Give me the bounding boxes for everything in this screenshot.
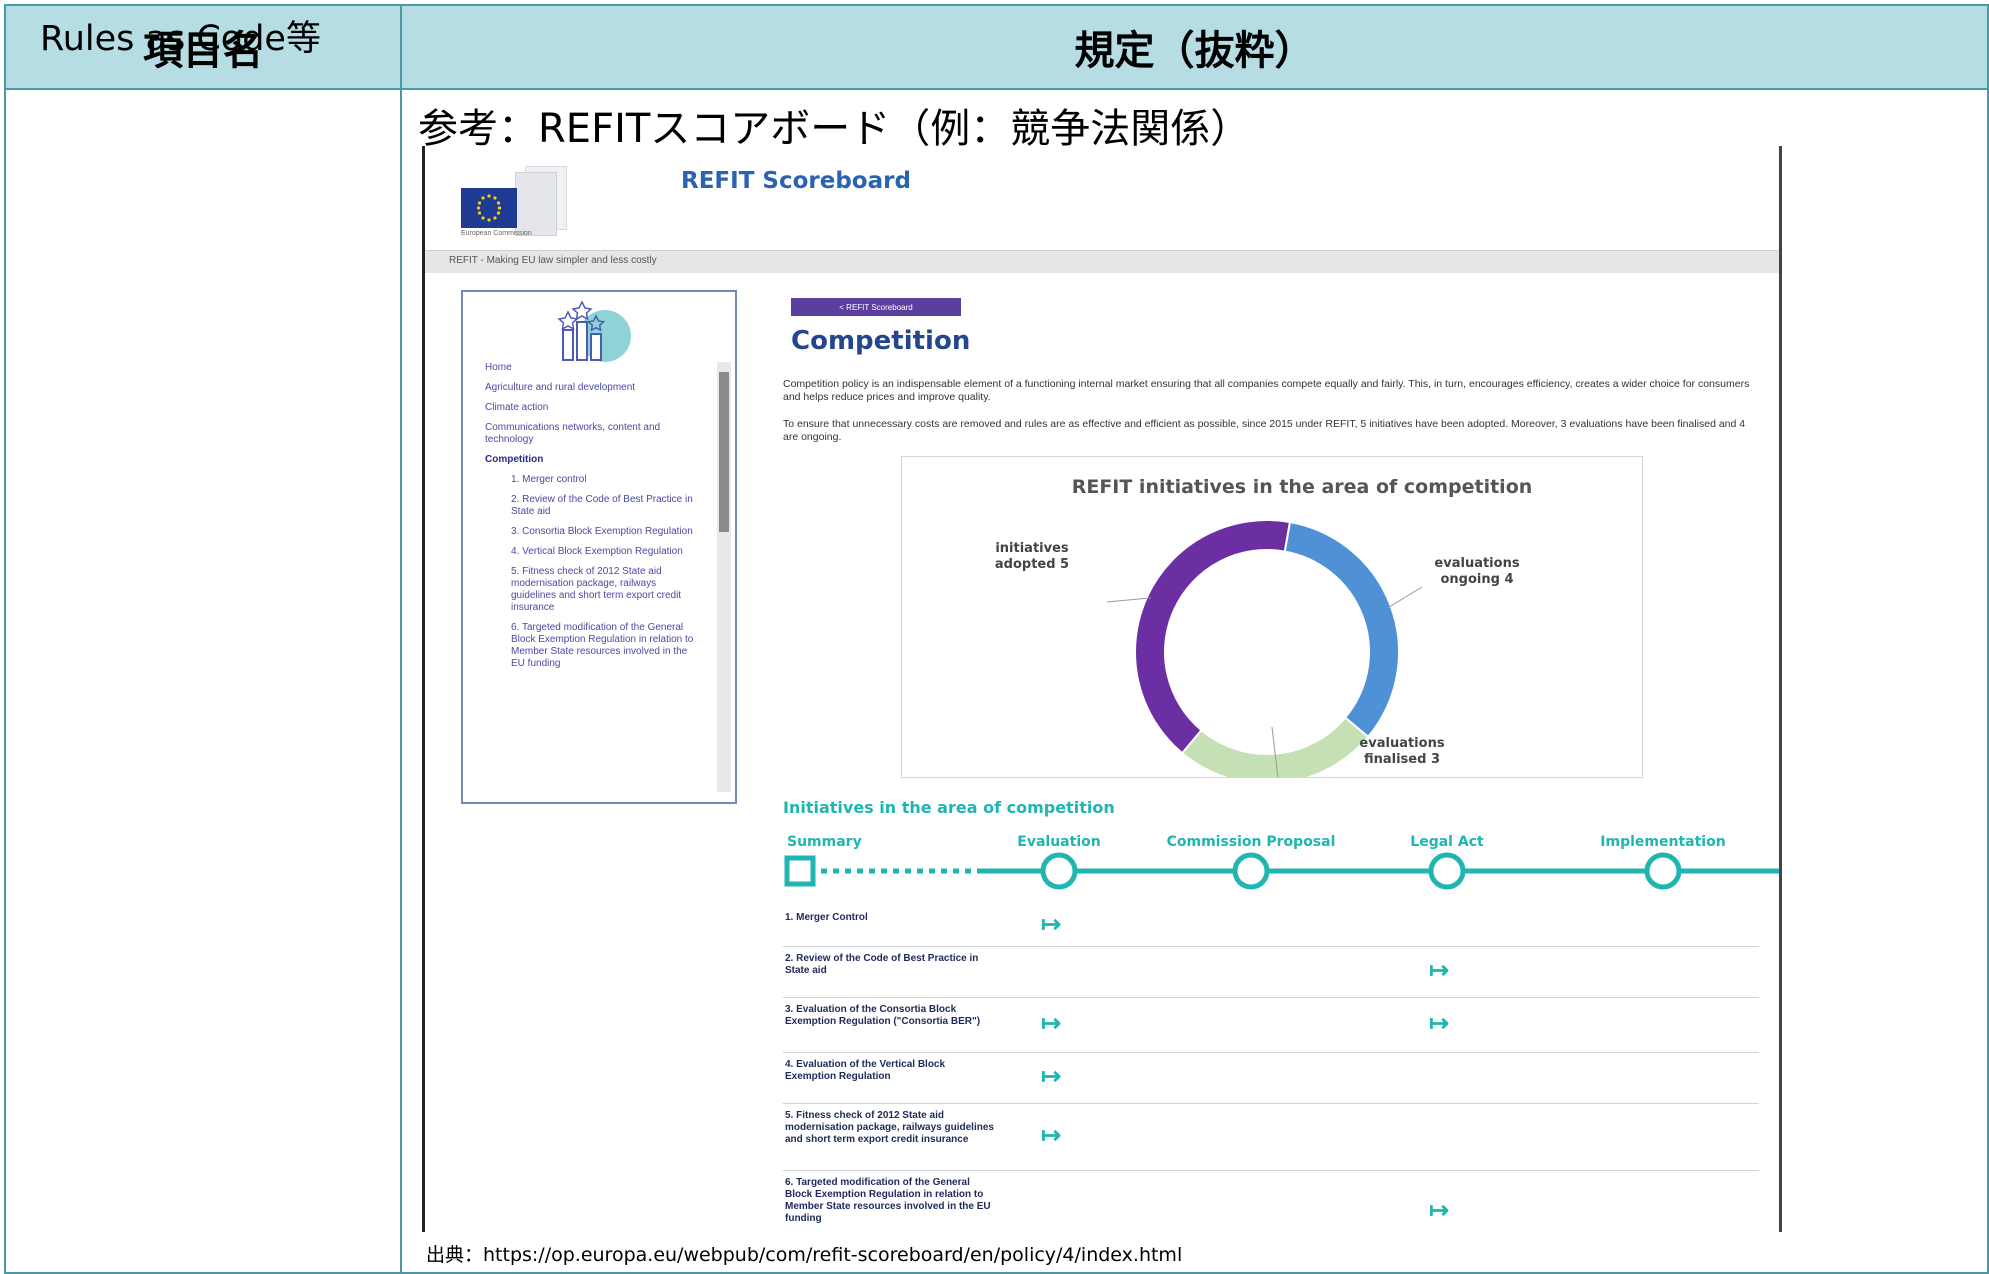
intro-paragraph: Competition policy is an indispensable e… [783, 378, 1750, 403]
item-name-cell [4, 88, 402, 1274]
breadcrumb-bar: REFIT - Making EU law simpler and less c… [425, 250, 1779, 273]
stage-arrow-icon: ↦ [1429, 957, 1450, 984]
item-name: Rules as Code等 [40, 19, 321, 59]
initiative-label[interactable]: 5. Fitness check of 2012 State aid moder… [785, 1110, 995, 1146]
label-leader-line [1387, 586, 1423, 609]
sidebar-subitem[interactable]: 3. Consortia Block Exemption Regulation [485, 526, 695, 538]
initiative-label[interactable]: 2. Review of the Code of Best Practice i… [785, 953, 995, 977]
sidebar-subitem[interactable]: 1. Merger control [485, 474, 695, 486]
scrollbar-thumb[interactable] [719, 372, 729, 532]
stage-label-commission-proposal: Commission Proposal [1167, 834, 1336, 850]
stage-label-evaluation: Evaluation [1017, 834, 1100, 850]
sidebar-item-agriculture[interactable]: Agriculture and rural development [485, 382, 695, 394]
initiative-label[interactable]: 4. Evaluation of the Vertical Block Exem… [785, 1059, 995, 1083]
stage-node-commission-proposal[interactable] [1232, 852, 1270, 890]
sidebar-list: Home Agriculture and rural development C… [485, 362, 695, 678]
sidebar-subitem[interactable]: 6. Targeted modification of the General … [485, 622, 695, 670]
stage-arrow-icon: ↦ [1429, 1197, 1450, 1224]
stage-node-implementation[interactable] [1644, 852, 1682, 890]
stage-timeline: Summary Evaluation Commission Proposal L… [783, 828, 1779, 898]
site-title[interactable]: REFIT Scoreboard [681, 168, 911, 194]
stage-arrow-icon: ↦ [1041, 911, 1062, 938]
sidebar-item-home[interactable]: Home [485, 362, 695, 374]
scoreboard-hero-icon [543, 300, 643, 364]
stage-arrow-icon: ↦ [1041, 1010, 1062, 1037]
donut-slice-initiatives-adopted[interactable] [1134, 519, 1292, 755]
initiative-label[interactable]: 3. Evaluation of the Consortia Block Exe… [785, 1004, 995, 1028]
donut-chart: REFIT initiatives in the area of competi… [901, 456, 1643, 778]
stage-node-evaluation[interactable] [1040, 852, 1078, 890]
sidebar-item-communications[interactable]: Communications networks, content and tec… [485, 422, 695, 446]
eu-flag-icon [461, 188, 517, 228]
donut-data-label: evaluations finalised 3 [1359, 736, 1444, 767]
back-to-scoreboard-button[interactable]: < REFIT Scoreboard [791, 298, 961, 316]
initiative-row[interactable]: 6. Targeted modification of the General … [783, 1175, 1759, 1232]
refit-screenshot: European Commission REFIT Scoreboard REF… [422, 146, 1782, 1232]
donut-slice-evaluations-ongoing[interactable] [1283, 520, 1400, 739]
logo-caption: European Commission [461, 230, 532, 237]
initiative-label[interactable]: 6. Targeted modification of the General … [785, 1177, 995, 1225]
donut-chart-svg: REFIT initiatives in the area of competi… [995, 476, 1533, 777]
header-provisions: 規定（抜粋） [400, 4, 1989, 90]
stage-label-summary: Summary [787, 834, 862, 850]
page-title: Competition [791, 326, 971, 356]
initiative-row[interactable]: 2. Review of the Code of Best Practice i… [783, 951, 1759, 998]
stage-node-legal-act[interactable] [1428, 852, 1466, 890]
sidebar-subitem[interactable]: 5. Fitness check of 2012 State aid moder… [485, 566, 695, 614]
breadcrumb[interactable]: REFIT - Making EU law simpler and less c… [449, 255, 657, 266]
sidebar-subitem[interactable]: 2. Review of the Code of Best Practice i… [485, 494, 695, 518]
sidebar-item-competition[interactable]: Competition [485, 454, 695, 466]
eu-logo: European Commission [451, 162, 571, 242]
donut-data-label: evaluations ongoing 4 [1434, 556, 1519, 587]
donut-data-label: initiatives adopted 5 [995, 541, 1069, 572]
initiatives-title: Initiatives in the area of competition [783, 798, 1115, 817]
source-citation: 出典：https://op.europa.eu/webpub/com/refit… [426, 1244, 1183, 1266]
summary-square [784, 855, 816, 887]
stage-arrow-icon: ↦ [1429, 1010, 1450, 1037]
stage-arrow-icon: ↦ [1041, 1122, 1062, 1149]
sidebar-nav: Home Agriculture and rural development C… [461, 290, 737, 804]
initiative-label[interactable]: 1. Merger Control [785, 912, 995, 924]
donut-slice-evaluations-finalised[interactable] [1180, 716, 1370, 777]
sidebar-item-climate[interactable]: Climate action [485, 402, 695, 414]
sidebar-subitem[interactable]: 4. Vertical Block Exemption Regulation [485, 546, 695, 558]
initiative-row[interactable]: 5. Fitness check of 2012 State aid moder… [783, 1108, 1759, 1171]
initiative-row[interactable]: 3. Evaluation of the Consortia Block Exe… [783, 1002, 1759, 1053]
summary-paragraph: To ensure that unnecessary costs are rem… [783, 418, 1746, 443]
sidebar-scrollbar[interactable] [717, 362, 731, 792]
stage-label-implementation: Implementation [1600, 834, 1725, 850]
stage-label-legal-act: Legal Act [1410, 834, 1484, 850]
initiatives-list: 1. Merger Control ↦ 2. Review of the Code … [783, 906, 1759, 1232]
initiative-row[interactable]: 4. Evaluation of the Vertical Block Exem… [783, 1057, 1759, 1104]
initiative-row[interactable]: 1. Merger Control ↦ [783, 910, 1759, 947]
chart-title: REFIT initiatives in the area of competi… [1072, 476, 1533, 498]
stage-arrow-icon: ↦ [1041, 1063, 1062, 1090]
